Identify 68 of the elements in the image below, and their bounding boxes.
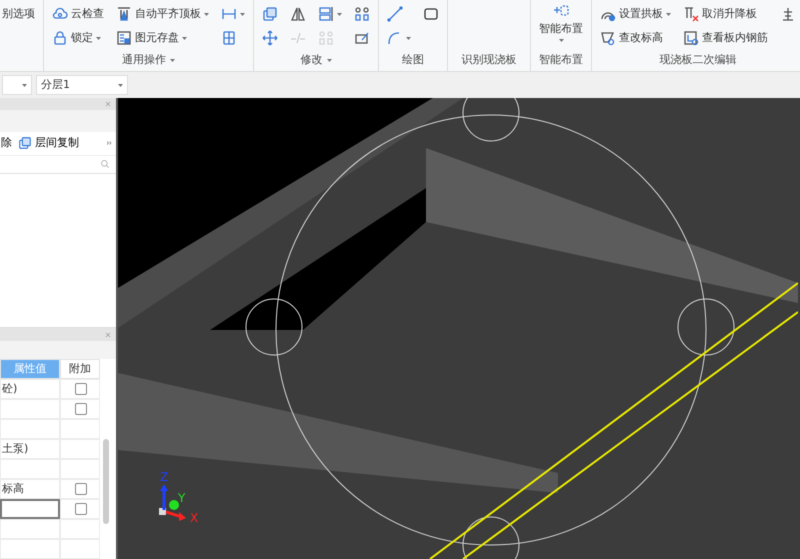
close-icon[interactable] xyxy=(104,100,112,108)
ribbon-button[interactable]: 自动平齐顶板 xyxy=(114,3,211,25)
save-icon xyxy=(116,30,132,46)
property-value-cell[interactable]: 砼) xyxy=(0,379,60,400)
ribbon-button[interactable]: 设置拱板 xyxy=(598,3,673,25)
caret-icon xyxy=(118,84,123,86)
lock-icon xyxy=(52,30,68,46)
property-value-cell[interactable] xyxy=(0,499,60,520)
tool-icon xyxy=(780,6,796,22)
ribbon-button[interactable]: 取消升降板 xyxy=(681,3,770,25)
caret-icon xyxy=(240,12,245,16)
property-value-cell[interactable]: 标高 xyxy=(0,479,60,500)
caret-icon xyxy=(170,58,175,62)
elevation-icon xyxy=(600,30,616,46)
line-icon xyxy=(387,6,403,22)
group-title: 绘图 xyxy=(402,52,424,68)
rectangle-icon xyxy=(423,6,439,22)
smart-layout-button[interactable]: 智能布置 xyxy=(537,3,585,51)
ribbon-button[interactable]: 查改标高 xyxy=(598,27,673,49)
cancel-lift-icon xyxy=(683,6,699,22)
group-title: 智能布置 xyxy=(539,52,583,68)
toolbar-button[interactable]: 层间复制 xyxy=(18,135,79,152)
column-header[interactable]: 附加 xyxy=(60,359,100,380)
toolbar-button[interactable]: 除 xyxy=(3,135,12,152)
caret-icon xyxy=(406,36,411,40)
caret-icon xyxy=(22,84,27,86)
caret-icon xyxy=(204,12,209,16)
property-value-cell[interactable]: 土泵) xyxy=(0,439,60,460)
split-icon xyxy=(354,6,370,22)
group-title: 识别现浇板 xyxy=(462,52,516,68)
caret-icon xyxy=(666,12,671,16)
ribbon-button[interactable]: 查看板内钢筋 xyxy=(681,27,770,49)
scrollbar-thumb[interactable] xyxy=(103,439,109,524)
ribbon-button[interactable]: 云检查 xyxy=(50,3,106,25)
dimension-icon xyxy=(221,6,237,22)
view-rebar-icon xyxy=(683,30,699,46)
close-icon[interactable] xyxy=(104,330,112,339)
axis-label: X xyxy=(190,511,198,525)
ribbon-button[interactable]: 别选项 xyxy=(0,3,37,25)
search-icon xyxy=(100,159,110,170)
join-icon xyxy=(318,30,334,46)
move-icon xyxy=(262,30,278,46)
grid-icon xyxy=(221,30,237,46)
group-menu-button[interactable]: 通用操作 xyxy=(120,52,177,68)
checkbox[interactable] xyxy=(74,503,86,516)
mirror-icon xyxy=(290,6,306,22)
group-title: 现浇板二次编辑 xyxy=(660,52,736,68)
axis-label: Z xyxy=(160,470,168,484)
caret-icon xyxy=(182,36,187,40)
align-top-icon xyxy=(116,6,132,22)
axis-gizmo-icon xyxy=(159,484,186,521)
edit-box-icon xyxy=(354,30,370,46)
copy-icon xyxy=(262,6,278,22)
group-menu-button[interactable]: 修改 xyxy=(298,52,334,68)
break-icon xyxy=(290,30,306,46)
layer-dropdown[interactable]: 分层1 xyxy=(36,75,128,95)
ribbon-button[interactable]: 锁定 xyxy=(50,27,106,49)
caret-icon xyxy=(558,38,564,42)
caret-icon xyxy=(96,36,101,40)
checkbox[interactable] xyxy=(74,403,86,416)
checkbox[interactable] xyxy=(74,383,86,396)
copy-icon xyxy=(18,136,32,150)
checkbox[interactable] xyxy=(74,483,86,496)
caret-icon xyxy=(326,58,332,62)
caret-icon xyxy=(337,12,342,16)
ribbon-button[interactable]: 图元存盘 xyxy=(114,27,211,49)
align-icon xyxy=(318,6,334,22)
axis-label: Y xyxy=(178,491,186,505)
